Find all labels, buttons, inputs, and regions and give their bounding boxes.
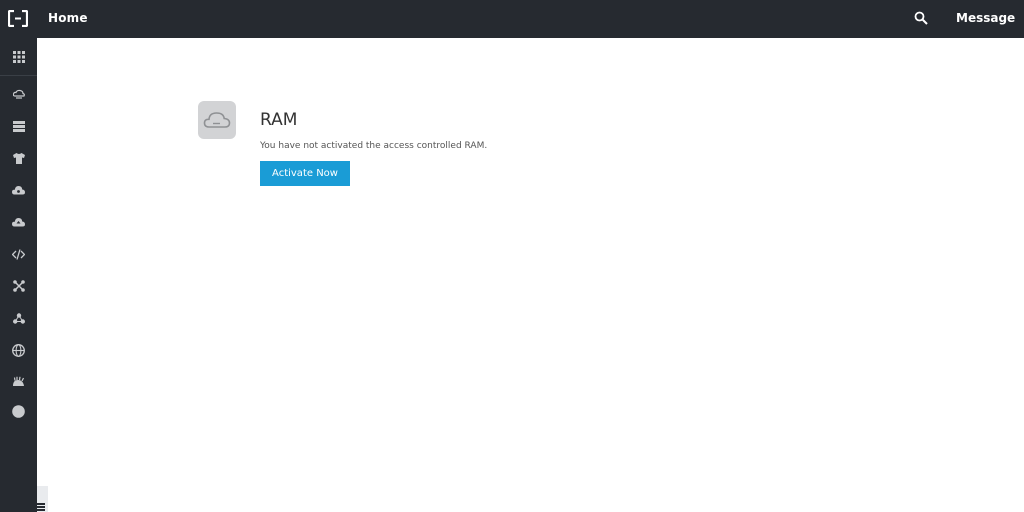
globe-icon (12, 343, 25, 357)
cloud-icon (12, 186, 25, 195)
sidebar-item-cloud-server[interactable] (0, 79, 37, 109)
database-icon (12, 120, 25, 132)
sidebar-item-cloud[interactable] (0, 175, 37, 205)
sidebar-item-database[interactable] (0, 111, 37, 141)
sidebar-item-circle[interactable] (0, 396, 37, 426)
home-link[interactable]: Home (48, 11, 88, 25)
cloud-icon (198, 101, 236, 139)
message-link[interactable]: Message (956, 11, 1015, 25)
activation-message: You have not activated the access contro… (260, 141, 488, 151)
circle-icon (12, 404, 25, 418)
search-icon[interactable] (914, 11, 928, 25)
grid-icon (12, 50, 25, 63)
aliyun-logo-icon[interactable] (8, 10, 28, 27)
sidebar-item-network[interactable] (0, 271, 37, 301)
activate-now-button[interactable]: Activate Now (260, 161, 350, 186)
cloud-upload-icon (12, 218, 25, 227)
network-icon (12, 280, 25, 292)
top-bar: Home Message (0, 0, 1024, 38)
hedgehog-icon (13, 376, 25, 386)
sidebar (0, 38, 37, 512)
sidebar-item-code[interactable] (0, 239, 37, 269)
nodes-icon (12, 312, 25, 324)
ram-activation-panel: RAM You have not activated the access co… (198, 101, 798, 201)
sidebar-collapse-toggle[interactable] (37, 486, 48, 512)
sidebar-item-globe[interactable] (0, 335, 37, 365)
sidebar-item-cloud-upload[interactable] (0, 207, 37, 237)
sidebar-item-nodes[interactable] (0, 303, 37, 333)
products-grid-button[interactable] (0, 38, 37, 76)
cloud-server-icon (12, 89, 25, 99)
shirt-icon (12, 152, 25, 164)
sidebar-item-hedgehog[interactable] (0, 367, 37, 397)
code-icon (12, 248, 25, 260)
sidebar-item-shirt[interactable] (0, 143, 37, 173)
page-title: RAM (260, 110, 298, 130)
